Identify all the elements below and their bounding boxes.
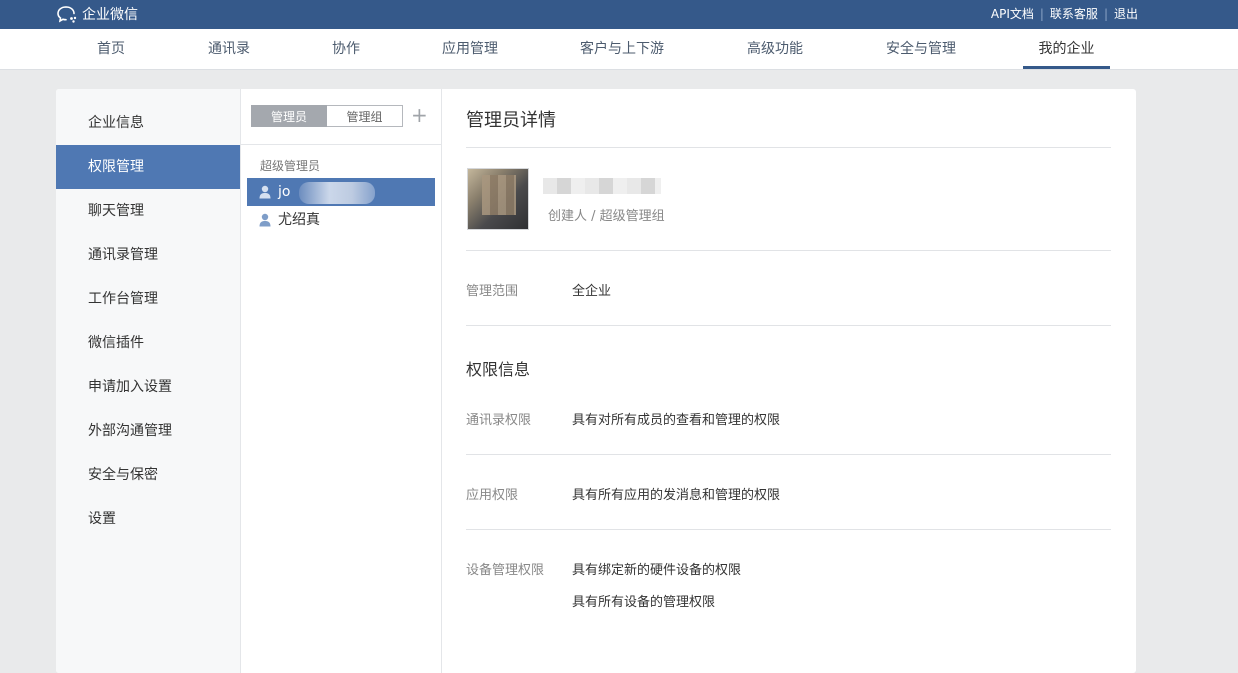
divider [241,144,441,145]
redacted-name-blur [543,178,661,194]
permission-label-contacts: 通讯录权限 [466,413,532,428]
main-nav: 首页 通讯录 协作 应用管理 客户与上下游 高级功能 安全与管理 我的企业 [0,29,1238,70]
divider [466,325,1111,326]
page-title: 管理员详情 [466,110,556,131]
sidebar-item-settings[interactable]: 设置 [56,497,240,541]
nav-item-app-management[interactable]: 应用管理 [434,29,506,69]
sidebar-item-external-communication[interactable]: 外部沟通管理 [56,409,240,453]
permission-label-devices: 设备管理权限 [466,563,545,578]
separator: | [1039,6,1044,21]
nav-item-my-company[interactable]: 我的企业 [1023,29,1110,69]
user-icon [259,185,271,199]
content-panel: 企业信息 权限管理 聊天管理 通讯录管理 工作台管理 微信插件 申请加入设置 外… [56,89,1136,673]
api-docs-link[interactable]: API文档 [991,5,1034,22]
sidebar-item-security[interactable]: 安全与保密 [56,453,240,497]
avatar [467,168,529,230]
list-item[interactable]: 尤绍真 [247,206,435,234]
sidebar-item-join-settings[interactable]: 申请加入设置 [56,365,240,409]
user-icon [259,213,271,227]
wecom-logo-icon [57,5,77,23]
member-name: jo [278,184,291,200]
role-label: 创建人 / 超级管理组 [548,209,665,224]
list-item[interactable]: jo [247,178,435,206]
permission-section-title: 权限信息 [466,360,531,379]
admin-tab-switch: 管理员 管理组 [251,105,403,127]
contact-support-link[interactable]: 联系客服 [1050,5,1098,22]
permission-value-devices: 具有所有设备的管理权限 [572,595,716,610]
admin-detail: 管理员详情 创建人 / 超级管理组 管理范围 全企业 权限信息 通讯录权限 具有… [442,89,1136,673]
permission-label-apps: 应用权限 [466,488,519,503]
nav-item-security[interactable]: 安全与管理 [877,29,965,69]
app-name: 企业微信 [82,7,138,23]
top-bar: 企业微信 API文档 | 联系客服 | 退出 [0,0,1238,29]
nav-item-advanced[interactable]: 高级功能 [738,29,812,69]
member-name: 尤绍真 [278,212,320,228]
sidebar-item-workbench[interactable]: 工作台管理 [56,277,240,321]
tab-admin-groups[interactable]: 管理组 [327,105,403,127]
divider [466,147,1111,148]
nav-item-collaboration[interactable]: 协作 [317,29,375,69]
permission-value-devices: 具有绑定新的硬件设备的权限 [572,563,742,578]
sidebar-item-contacts[interactable]: 通讯录管理 [56,233,240,277]
scope-value: 全企业 [572,284,612,299]
tab-admins[interactable]: 管理员 [251,105,327,127]
separator: | [1103,6,1108,21]
sidebar-item-chat[interactable]: 聊天管理 [56,189,240,233]
divider [466,454,1111,455]
redacted-name-blur [299,182,375,204]
divider [466,250,1111,251]
top-links: API文档 | 联系客服 | 退出 [991,5,1138,22]
plus-icon[interactable]: + [411,103,428,127]
permission-value-apps: 具有所有应用的发消息和管理的权限 [572,488,781,503]
scope-label: 管理范围 [466,284,519,299]
logo[interactable]: 企业微信 [56,4,138,24]
avatar-image [482,175,516,215]
divider [466,529,1111,530]
nav-item-contacts[interactable]: 通讯录 [198,29,260,69]
admin-list-panel: 管理员 管理组 + 超级管理员 jo 尤绍真 [241,89,442,673]
sidebar: 企业信息 权限管理 聊天管理 通讯录管理 工作台管理 微信插件 申请加入设置 外… [56,89,241,673]
nav-item-home[interactable]: 首页 [82,29,140,69]
sidebar-item-company-info[interactable]: 企业信息 [56,101,240,145]
permission-value-contacts: 具有对所有成员的查看和管理的权限 [572,413,781,428]
sidebar-item-permissions[interactable]: 权限管理 [56,145,240,189]
nav-item-customers[interactable]: 客户与上下游 [572,29,672,69]
sidebar-item-wechat-plugin[interactable]: 微信插件 [56,321,240,365]
group-label: 超级管理员 [260,159,321,173]
logout-link[interactable]: 退出 [1114,5,1138,22]
